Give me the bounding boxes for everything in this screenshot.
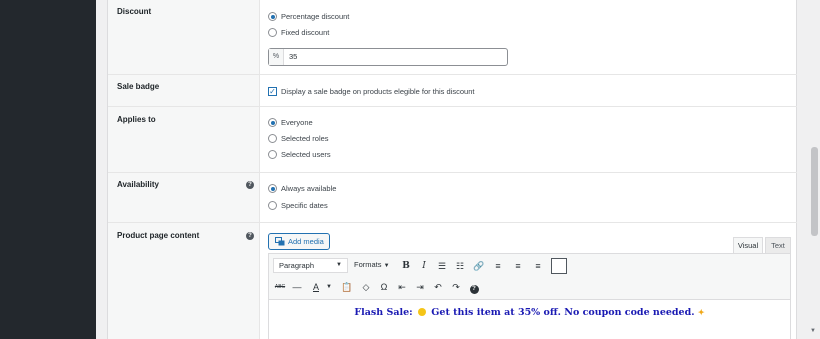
help-icon[interactable]: ? bbox=[468, 281, 480, 294]
applies-to-label: Applies to bbox=[117, 115, 156, 124]
clear-formatting-icon[interactable]: ◇ bbox=[360, 281, 372, 293]
selected-roles-radio[interactable] bbox=[268, 134, 277, 143]
discount-amount-field[interactable]: % 35 bbox=[268, 48, 508, 66]
chevron-down-icon: ▼ bbox=[336, 262, 342, 268]
content-editor: Paragraph ▼ Formats ▼ B I ☰ ☷ 🔗 ≡ ≡ ≡ AB… bbox=[268, 253, 791, 339]
selected-users-radio[interactable] bbox=[268, 150, 277, 159]
everyone-radio[interactable] bbox=[268, 118, 277, 127]
formats-chevron-down-icon: ▼ bbox=[383, 263, 390, 269]
tab-text[interactable]: Text bbox=[765, 237, 791, 254]
paste-text-icon[interactable]: 📋 bbox=[341, 281, 353, 293]
admin-sidebar bbox=[0, 0, 96, 339]
italic-icon[interactable]: I bbox=[418, 260, 430, 272]
scroll-down-icon[interactable]: ▼ bbox=[810, 328, 816, 334]
add-media-label: Add media bbox=[288, 237, 324, 246]
product-page-content-help-icon[interactable]: ? bbox=[246, 232, 254, 240]
discount-row: Discount Percentage discount Fixed disco… bbox=[108, 0, 797, 75]
always-available-label: Always available bbox=[281, 184, 337, 193]
sale-badge-label: Sale badge bbox=[117, 82, 160, 91]
flash-sale-text-end: Get this item at 35% off. No coupon code… bbox=[427, 307, 695, 318]
percentage-discount-label: Percentage discount bbox=[281, 12, 350, 21]
editor-content-area[interactable]: Flash Sale: Get this item at 35% off. No… bbox=[269, 299, 790, 339]
tab-visual[interactable]: Visual bbox=[733, 237, 763, 254]
indent-icon[interactable]: ⇥ bbox=[414, 281, 426, 293]
scrollbar-thumb[interactable] bbox=[811, 147, 818, 236]
editor-toolbar-row-2: ABC — A ▼ 📋 ◇ Ω ⇤ ⇥ ↶ ↷ ? bbox=[269, 277, 790, 298]
everyone-label: Everyone bbox=[281, 118, 313, 127]
selected-users-label: Selected users bbox=[281, 150, 331, 159]
sale-badge-row: Sale badge ✓ Display a sale badge on pro… bbox=[108, 75, 797, 107]
bullet-list-icon[interactable]: ☰ bbox=[436, 260, 448, 272]
availability-row: Availability ? Always available Specific… bbox=[108, 173, 797, 223]
align-left-icon[interactable]: ≡ bbox=[492, 260, 504, 272]
availability-label-cell: Availability ? bbox=[108, 173, 260, 222]
flash-sale-text-start: Flash Sale: bbox=[354, 307, 416, 318]
numbered-list-icon[interactable]: ☷ bbox=[454, 260, 466, 272]
formats-label: Formats bbox=[354, 260, 382, 269]
undo-icon[interactable]: ↶ bbox=[432, 281, 444, 293]
bold-icon[interactable]: B bbox=[400, 260, 412, 272]
paragraph-select[interactable]: Paragraph ▼ bbox=[273, 258, 348, 273]
availability-label: Availability bbox=[117, 180, 159, 189]
add-media-button[interactable]: Add media bbox=[268, 233, 330, 250]
link-icon[interactable]: 🔗 bbox=[473, 260, 485, 272]
editor-toolbar-row-1: Paragraph ▼ Formats ▼ B I ☰ ☷ 🔗 ≡ ≡ ≡ bbox=[269, 256, 790, 277]
discount-label-cell: Discount bbox=[108, 0, 260, 74]
product-page-content-label-cell: Product page content ? bbox=[108, 223, 260, 339]
special-character-icon[interactable]: Ω bbox=[378, 281, 390, 293]
discount-label: Discount bbox=[117, 7, 152, 16]
outdent-icon[interactable]: ⇤ bbox=[396, 281, 408, 293]
always-available-radio[interactable] bbox=[268, 184, 277, 193]
sale-badge-checkbox[interactable]: ✓ bbox=[268, 87, 277, 96]
discount-amount-value[interactable]: 35 bbox=[289, 49, 297, 65]
fixed-discount-radio[interactable] bbox=[268, 28, 277, 37]
align-right-icon[interactable]: ≡ bbox=[532, 260, 544, 272]
flash-sale-text: Flash Sale: Get this item at 35% off. No… bbox=[269, 307, 790, 318]
settings-panel: Discount Percentage discount Fixed disco… bbox=[107, 0, 797, 339]
selected-roles-label: Selected roles bbox=[281, 134, 329, 143]
horizontal-line-icon[interactable]: — bbox=[291, 281, 303, 293]
percent-prefix: % bbox=[269, 49, 284, 65]
media-icon bbox=[275, 237, 285, 248]
percentage-discount-radio[interactable] bbox=[268, 12, 277, 21]
text-color-chevron-down-icon[interactable]: ▼ bbox=[323, 281, 335, 293]
sparkle-emoji-icon: ✦ bbox=[697, 307, 705, 317]
toolbar-toggle-icon[interactable] bbox=[551, 258, 567, 274]
product-page-content-label: Product page content bbox=[117, 231, 200, 240]
availability-help-icon[interactable]: ? bbox=[246, 181, 254, 189]
fixed-discount-label: Fixed discount bbox=[281, 28, 330, 37]
sale-badge-checkbox-label: Display a sale badge on products elegibl… bbox=[281, 87, 475, 96]
applies-to-label-cell: Applies to bbox=[108, 107, 260, 172]
applies-to-row: Applies to Everyone Selected roles Selec… bbox=[108, 107, 797, 173]
redo-icon[interactable]: ↷ bbox=[450, 281, 462, 293]
text-color-icon[interactable]: A bbox=[310, 281, 322, 293]
formats-menu[interactable]: Formats ▼ bbox=[354, 260, 390, 269]
smiley-emoji-icon bbox=[417, 308, 426, 316]
specific-dates-label: Specific dates bbox=[281, 201, 328, 210]
strikethrough-icon[interactable]: ABC bbox=[274, 281, 286, 293]
sale-badge-label-cell: Sale badge bbox=[108, 75, 260, 106]
paragraph-select-value: Paragraph bbox=[279, 261, 315, 270]
specific-dates-radio[interactable] bbox=[268, 201, 277, 210]
align-center-icon[interactable]: ≡ bbox=[512, 260, 524, 272]
